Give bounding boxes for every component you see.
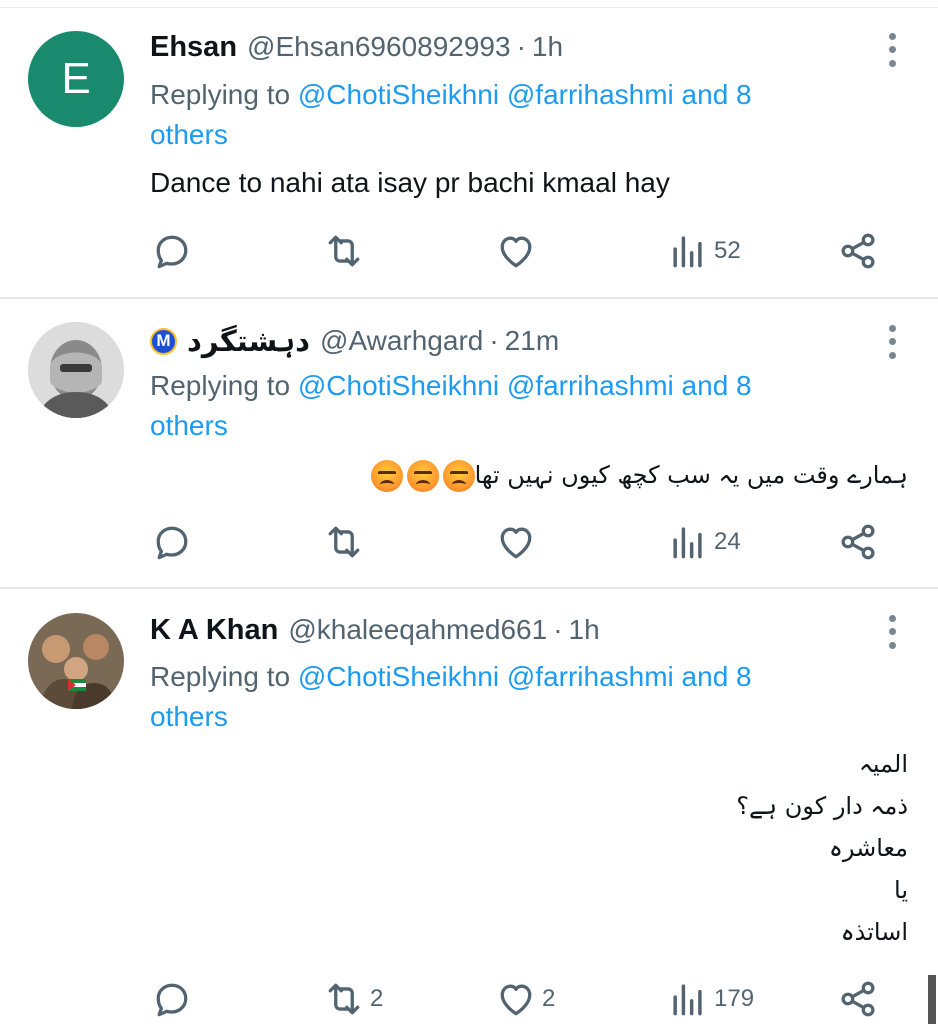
- views-chart-icon: [673, 527, 702, 559]
- angry-face-emoji: [442, 460, 475, 492]
- heart-icon: [500, 527, 532, 559]
- top-divider: [0, 7, 938, 8]
- tweet-text-line: اساتذہ: [840, 918, 908, 946]
- views-count: 179: [714, 985, 755, 1012]
- author-handle[interactable]: @khaleeqahmed661: [288, 614, 547, 646]
- others-link[interactable]: others: [150, 410, 228, 441]
- author-handle[interactable]: @Ehsan6960892993: [247, 31, 511, 63]
- mention-link[interactable]: @ChotiSheikhni: [298, 79, 499, 110]
- replying-prefix: Replying to: [150, 79, 291, 110]
- like-button[interactable]: [494, 518, 542, 566]
- share-icon: [841, 233, 875, 269]
- tweet-text-urdu: ہمارے وقت میں یہ سب کچھ کیوں نہیں تھا: [474, 461, 908, 489]
- divider: [0, 587, 938, 589]
- reply-icon: [156, 235, 188, 269]
- timestamp[interactable]: 1h: [569, 614, 600, 646]
- replying-to: Replying to @ChotiSheikhni @farrihashmi …: [150, 75, 890, 155]
- reply-button[interactable]: [150, 975, 198, 1023]
- retweet-button[interactable]: [322, 227, 370, 275]
- author-name[interactable]: K A Khan: [150, 614, 278, 647]
- replying-to: Replying to @ChotiSheikhni @farrihashmi …: [150, 366, 890, 446]
- verified-badge: M: [150, 327, 177, 355]
- author-handle[interactable]: @Awarhgard: [320, 325, 483, 357]
- mention-link[interactable]: @farrihashmi: [507, 370, 674, 401]
- retweet-button[interactable]: [322, 518, 370, 566]
- retweet-icon: [328, 526, 360, 558]
- more-options-icon[interactable]: [886, 612, 898, 652]
- retweet-icon: [328, 235, 360, 267]
- action-bar: 24: [150, 518, 890, 566]
- avatar[interactable]: [28, 613, 124, 709]
- others-link[interactable]: others: [150, 701, 228, 732]
- heart-icon: [500, 984, 532, 1016]
- views-button[interactable]: 52: [666, 227, 741, 275]
- views-chart-icon: [673, 236, 702, 268]
- share-button[interactable]: [836, 518, 880, 566]
- mention-link[interactable]: @farrihashmi: [507, 79, 674, 110]
- retweet-button[interactable]: 2: [322, 975, 383, 1023]
- avatar-letter: E: [61, 54, 91, 103]
- timestamp[interactable]: 21m: [505, 325, 559, 357]
- heart-icon: [500, 236, 532, 268]
- separator-dot: ·: [553, 614, 563, 645]
- avatar[interactable]: [28, 322, 124, 418]
- tweet-text-line: معاشرہ: [828, 834, 908, 862]
- tweet-text: المیہ ذمہ دار کون ہے؟ معاشرہ یا اساتذہ: [736, 743, 908, 953]
- tweet-text: ہمارے وقت میں یہ سب کچھ کیوں نہیں تھا: [367, 454, 908, 496]
- views-button[interactable]: 24: [666, 518, 741, 566]
- like-button[interactable]: [494, 227, 542, 275]
- tweet-text-line: المیہ: [858, 750, 908, 778]
- tweet-header: M دہشتگرد @Awarhgard · 21m: [150, 321, 559, 361]
- like-button[interactable]: 2: [494, 975, 555, 1023]
- replying-prefix: Replying to: [150, 661, 291, 692]
- replying-to: Replying to @ChotiSheikhni @farrihashmi …: [150, 657, 890, 737]
- views-button[interactable]: 179: [666, 975, 754, 1023]
- retweet-icon: [328, 983, 360, 1015]
- action-bar: 2 2 179: [150, 975, 890, 1023]
- share-button[interactable]: [836, 975, 880, 1023]
- others-link[interactable]: others: [150, 119, 228, 150]
- views-count: 52: [714, 237, 741, 264]
- separator-dot: ·: [516, 31, 526, 62]
- divider: [0, 297, 938, 299]
- children-photo-icon: [28, 613, 124, 709]
- mention-link[interactable]: @ChotiSheikhni: [298, 661, 499, 692]
- reply-icon: [156, 526, 188, 560]
- others-link[interactable]: and 8: [682, 370, 752, 401]
- author-name[interactable]: دہشتگرد: [187, 324, 310, 359]
- more-options-icon[interactable]: [886, 30, 898, 70]
- action-bar: 52: [150, 227, 890, 275]
- separator-dot: ·: [489, 325, 499, 356]
- views-count: 24: [714, 528, 741, 555]
- mention-link[interactable]: @farrihashmi: [507, 661, 674, 692]
- tweet-text: Dance to nahi ata isay pr bachi kmaal ha…: [150, 167, 670, 198]
- tweet-header: K A Khan @khaleeqahmed661 · 1h: [150, 610, 600, 650]
- angry-face-emoji: [370, 460, 403, 492]
- share-icon: [841, 981, 875, 1017]
- others-link[interactable]: and 8: [682, 661, 752, 692]
- replying-prefix: Replying to: [150, 370, 291, 401]
- reply-button[interactable]: [150, 518, 198, 566]
- share-icon: [841, 524, 875, 560]
- share-button[interactable]: [836, 227, 880, 275]
- views-chart-icon: [673, 984, 702, 1016]
- mention-link[interactable]: @ChotiSheikhni: [298, 370, 499, 401]
- reply-button[interactable]: [150, 227, 198, 275]
- tweet-text-line: ذمہ دار کون ہے؟: [736, 792, 908, 820]
- masked-person-icon: [28, 322, 124, 418]
- timestamp[interactable]: 1h: [532, 31, 563, 63]
- others-link[interactable]: and 8: [682, 79, 752, 110]
- retweet-count: 2: [370, 985, 384, 1012]
- angry-face-emoji: [406, 460, 439, 492]
- more-options-icon[interactable]: [886, 322, 898, 362]
- avatar[interactable]: E: [28, 31, 124, 127]
- tweet-header: Ehsan @Ehsan6960892993 · 1h: [150, 27, 563, 67]
- author-name[interactable]: Ehsan: [150, 31, 237, 64]
- scrollbar-thumb[interactable]: [928, 975, 936, 1024]
- like-count: 2: [542, 985, 556, 1012]
- reply-icon: [156, 983, 188, 1017]
- tweet-text-line: یا: [894, 876, 908, 904]
